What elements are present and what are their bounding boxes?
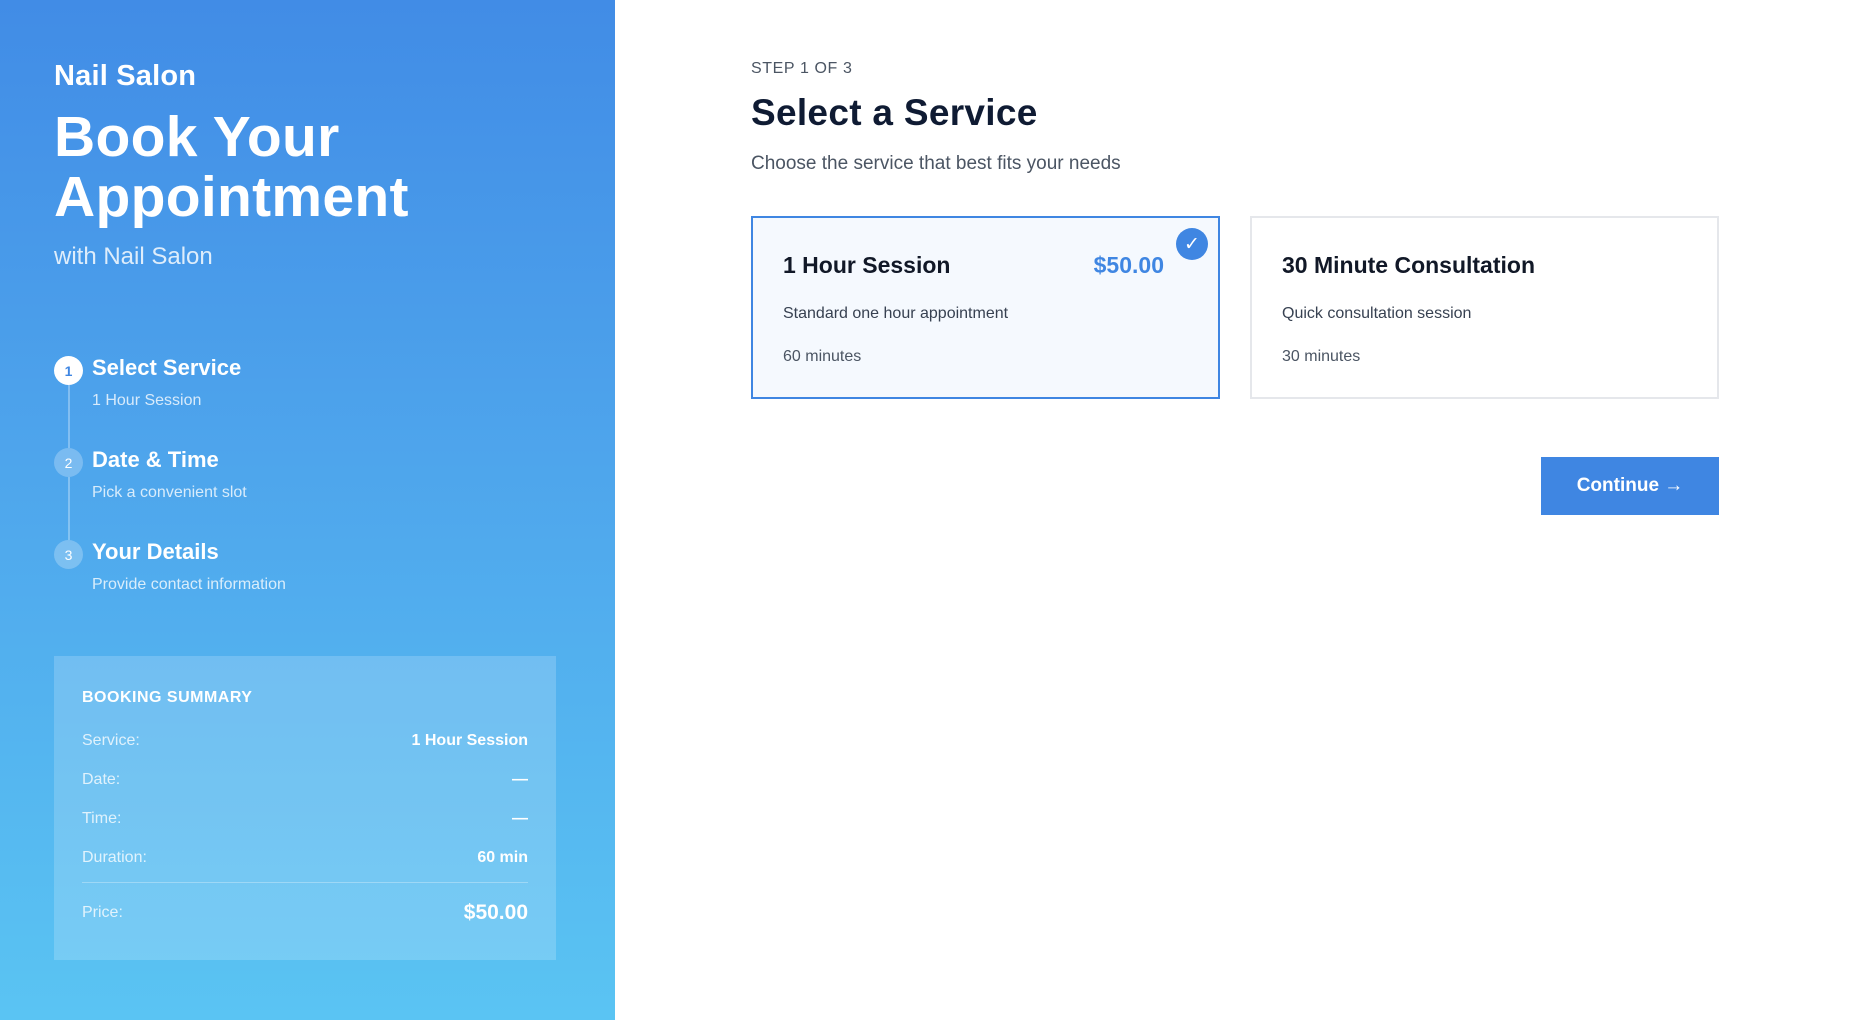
- page-headline: Book Your Appointment: [54, 105, 409, 229]
- summary-value: 60 min: [477, 849, 528, 866]
- service-name: 1 Hour Session: [783, 252, 951, 278]
- summary-heading: BOOKING SUMMARY: [82, 689, 253, 706]
- service-description: Quick consultation session: [1282, 305, 1472, 322]
- booking-summary: BOOKING SUMMARY Service: 1 Hour Session …: [54, 656, 556, 960]
- booking-sidebar: Nail Salon Book Your Appointment with Na…: [0, 0, 615, 1020]
- summary-label: Time:: [82, 810, 122, 827]
- summary-label: Date:: [82, 771, 121, 788]
- brand-name: Nail Salon: [54, 60, 197, 92]
- summary-price-label: Price:: [82, 904, 123, 921]
- step-connector: [68, 477, 70, 540]
- service-description: Standard one hour appointment: [783, 305, 1009, 322]
- step-number-3: 3: [54, 540, 83, 569]
- summary-price-value: $50.00: [463, 901, 528, 924]
- headline-subline: with Nail Salon: [54, 243, 213, 270]
- summary-label: Duration:: [82, 849, 147, 866]
- summary-divider: [82, 882, 528, 883]
- service-card-1-hour-session[interactable]: 1 Hour Session $50.00 Standard one hour …: [751, 216, 1220, 399]
- step-title: Select Service: [92, 355, 242, 380]
- step-title: Your Details: [92, 539, 219, 564]
- service-duration: 30 minutes: [1282, 348, 1361, 365]
- step-number-2: 2: [54, 448, 83, 477]
- step-subtitle: Provide contact information: [92, 576, 286, 593]
- summary-value: —: [512, 771, 528, 788]
- service-card-30-minute-consultation[interactable]: 30 Minute Consultation Quick consultatio…: [1250, 216, 1719, 399]
- service-name: 30 Minute Consultation: [1282, 252, 1535, 278]
- step-connector: [68, 385, 70, 448]
- step-title: Date & Time: [92, 447, 219, 472]
- page-subtitle: Choose the service that best fits your n…: [751, 153, 1121, 174]
- service-duration: 60 minutes: [783, 348, 862, 365]
- service-price: $50.00: [1093, 252, 1164, 278]
- step-indicator: STEP 1 OF 3: [751, 60, 853, 77]
- step-subtitle: Pick a convenient slot: [92, 484, 247, 501]
- continue-button[interactable]: Continue →: [1541, 457, 1719, 515]
- summary-value: 1 Hour Session: [411, 732, 528, 749]
- step-number-1: 1: [54, 356, 83, 385]
- summary-label: Service:: [82, 732, 140, 749]
- page-title: Select a Service: [751, 92, 1038, 133]
- summary-value: —: [512, 810, 528, 827]
- step-subtitle: 1 Hour Session: [92, 392, 202, 409]
- check-icon: ✓: [1176, 228, 1208, 260]
